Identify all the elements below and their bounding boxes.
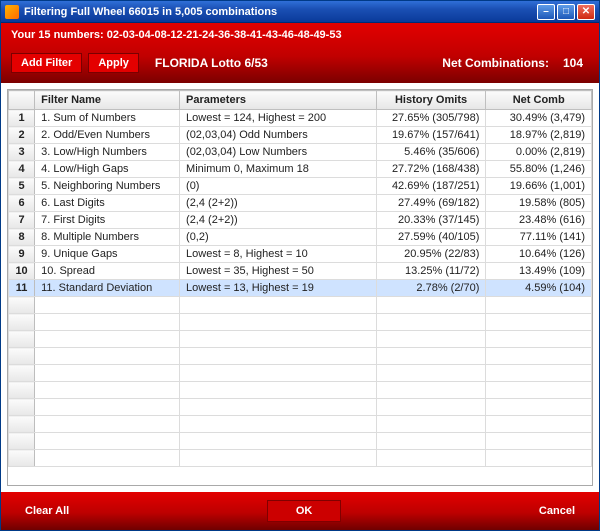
- cell-filter-name: 2. Odd/Even Numbers: [35, 127, 180, 144]
- cell-history-omits: 5.46% (35/606): [376, 144, 486, 161]
- minimize-button[interactable]: –: [537, 4, 555, 20]
- row-number: 3: [9, 144, 35, 161]
- your-numbers: Your 15 numbers: 02-03-04-08-12-21-24-36…: [11, 29, 589, 53]
- cell-net-comb: 0.00% (2,819): [486, 144, 592, 161]
- table-row[interactable]: [9, 297, 592, 314]
- net-combinations-label: Net Combinations:: [442, 56, 549, 70]
- cell-net-comb: 18.97% (2,819): [486, 127, 592, 144]
- table-row[interactable]: 22. Odd/Even Numbers(02,03,04) Odd Numbe…: [9, 127, 592, 144]
- cell-net-comb: 19.58% (805): [486, 195, 592, 212]
- row-number: 11: [9, 280, 35, 297]
- table-row[interactable]: 77. First Digits(2,4 (2+2))20.33% (37/14…: [9, 212, 592, 229]
- cell-history-omits: 27.65% (305/798): [376, 110, 486, 127]
- row-number: 8: [9, 229, 35, 246]
- cell-filter-name: 11. Standard Deviation: [35, 280, 180, 297]
- cell-history-omits: 27.59% (40/105): [376, 229, 486, 246]
- cell-net-comb: 19.66% (1,001): [486, 178, 592, 195]
- cell-filter-name: 3. Low/High Numbers: [35, 144, 180, 161]
- cell-filter-name: 1. Sum of Numbers: [35, 110, 180, 127]
- col-filter-name[interactable]: Filter Name: [35, 91, 180, 110]
- table-row[interactable]: [9, 382, 592, 399]
- row-number: 10: [9, 263, 35, 280]
- cell-parameters: (02,03,04) Low Numbers: [180, 144, 377, 161]
- net-combinations-value: 104: [563, 56, 583, 70]
- table-row[interactable]: 1010. SpreadLowest = 35, Highest = 5013.…: [9, 263, 592, 280]
- col-parameters[interactable]: Parameters: [180, 91, 377, 110]
- cell-history-omits: 27.49% (69/182): [376, 195, 486, 212]
- cell-filter-name: 5. Neighboring Numbers: [35, 178, 180, 195]
- cell-net-comb: 10.64% (126): [486, 246, 592, 263]
- filter-grid[interactable]: Filter Name Parameters History Omits Net…: [7, 89, 593, 486]
- table-row[interactable]: [9, 399, 592, 416]
- table-row[interactable]: [9, 348, 592, 365]
- cell-filter-name: 6. Last Digits: [35, 195, 180, 212]
- cell-history-omits: 42.69% (187/251): [376, 178, 486, 195]
- table-row[interactable]: 11. Sum of NumbersLowest = 124, Highest …: [9, 110, 592, 127]
- cell-filter-name: 8. Multiple Numbers: [35, 229, 180, 246]
- app-icon: [5, 5, 19, 19]
- cell-net-comb: 77.11% (141): [486, 229, 592, 246]
- ok-button[interactable]: OK: [267, 500, 342, 522]
- cell-parameters: (0): [180, 178, 377, 195]
- cell-parameters: (02,03,04) Odd Numbers: [180, 127, 377, 144]
- window-title: Filtering Full Wheel 66015 in 5,005 comb…: [24, 6, 537, 18]
- row-number: 2: [9, 127, 35, 144]
- table-row[interactable]: [9, 433, 592, 450]
- col-net-comb[interactable]: Net Comb: [486, 91, 592, 110]
- table-row[interactable]: [9, 331, 592, 348]
- table-row[interactable]: [9, 450, 592, 467]
- row-number: 9: [9, 246, 35, 263]
- cell-filter-name: 4. Low/High Gaps: [35, 161, 180, 178]
- titlebar: Filtering Full Wheel 66015 in 5,005 comb…: [1, 1, 599, 23]
- add-filter-button[interactable]: Add Filter: [11, 53, 82, 73]
- cell-parameters: (0,2): [180, 229, 377, 246]
- maximize-button[interactable]: □: [557, 4, 575, 20]
- cell-history-omits: 13.25% (11/72): [376, 263, 486, 280]
- cell-filter-name: 7. First Digits: [35, 212, 180, 229]
- table-row[interactable]: 44. Low/High GapsMinimum 0, Maximum 1827…: [9, 161, 592, 178]
- table-row[interactable]: 66. Last Digits(2,4 (2+2))27.49% (69/182…: [9, 195, 592, 212]
- cell-net-comb: 4.59% (104): [486, 280, 592, 297]
- table-row[interactable]: 1111. Standard DeviationLowest = 13, Hig…: [9, 280, 592, 297]
- cell-parameters: (2,4 (2+2)): [180, 195, 377, 212]
- table-row[interactable]: 55. Neighboring Numbers(0)42.69% (187/25…: [9, 178, 592, 195]
- row-number: 5: [9, 178, 35, 195]
- table-row[interactable]: [9, 314, 592, 331]
- table-row[interactable]: 88. Multiple Numbers(0,2)27.59% (40/105)…: [9, 229, 592, 246]
- cell-history-omits: 20.33% (37/145): [376, 212, 486, 229]
- cell-history-omits: 20.95% (22/83): [376, 246, 486, 263]
- apply-button[interactable]: Apply: [88, 53, 139, 73]
- cell-history-omits: 2.78% (2/70): [376, 280, 486, 297]
- table-row[interactable]: [9, 365, 592, 382]
- row-number: 4: [9, 161, 35, 178]
- clear-all-button[interactable]: Clear All: [15, 501, 79, 521]
- close-button[interactable]: ✕: [577, 4, 595, 20]
- lotto-name: FLORIDA Lotto 6/53: [155, 56, 268, 70]
- row-number: 7: [9, 212, 35, 229]
- table-row[interactable]: 99. Unique GapsLowest = 8, Highest = 102…: [9, 246, 592, 263]
- cell-parameters: Lowest = 35, Highest = 50: [180, 263, 377, 280]
- cell-history-omits: 27.72% (168/438): [376, 161, 486, 178]
- cell-parameters: (2,4 (2+2)): [180, 212, 377, 229]
- cell-filter-name: 9. Unique Gaps: [35, 246, 180, 263]
- col-rownum[interactable]: [9, 91, 35, 110]
- table-row[interactable]: 33. Low/High Numbers(02,03,04) Low Numbe…: [9, 144, 592, 161]
- col-history-omits[interactable]: History Omits: [376, 91, 486, 110]
- cell-net-comb: 13.49% (109): [486, 263, 592, 280]
- cancel-button[interactable]: Cancel: [529, 501, 585, 521]
- cell-net-comb: 55.80% (1,246): [486, 161, 592, 178]
- cell-net-comb: 23.48% (616): [486, 212, 592, 229]
- cell-net-comb: 30.49% (3,479): [486, 110, 592, 127]
- row-number: 6: [9, 195, 35, 212]
- cell-parameters: Lowest = 8, Highest = 10: [180, 246, 377, 263]
- cell-filter-name: 10. Spread: [35, 263, 180, 280]
- row-number: 1: [9, 110, 35, 127]
- table-row[interactable]: [9, 416, 592, 433]
- cell-parameters: Lowest = 124, Highest = 200: [180, 110, 377, 127]
- cell-parameters: Minimum 0, Maximum 18: [180, 161, 377, 178]
- cell-parameters: Lowest = 13, Highest = 19: [180, 280, 377, 297]
- cell-history-omits: 19.67% (157/641): [376, 127, 486, 144]
